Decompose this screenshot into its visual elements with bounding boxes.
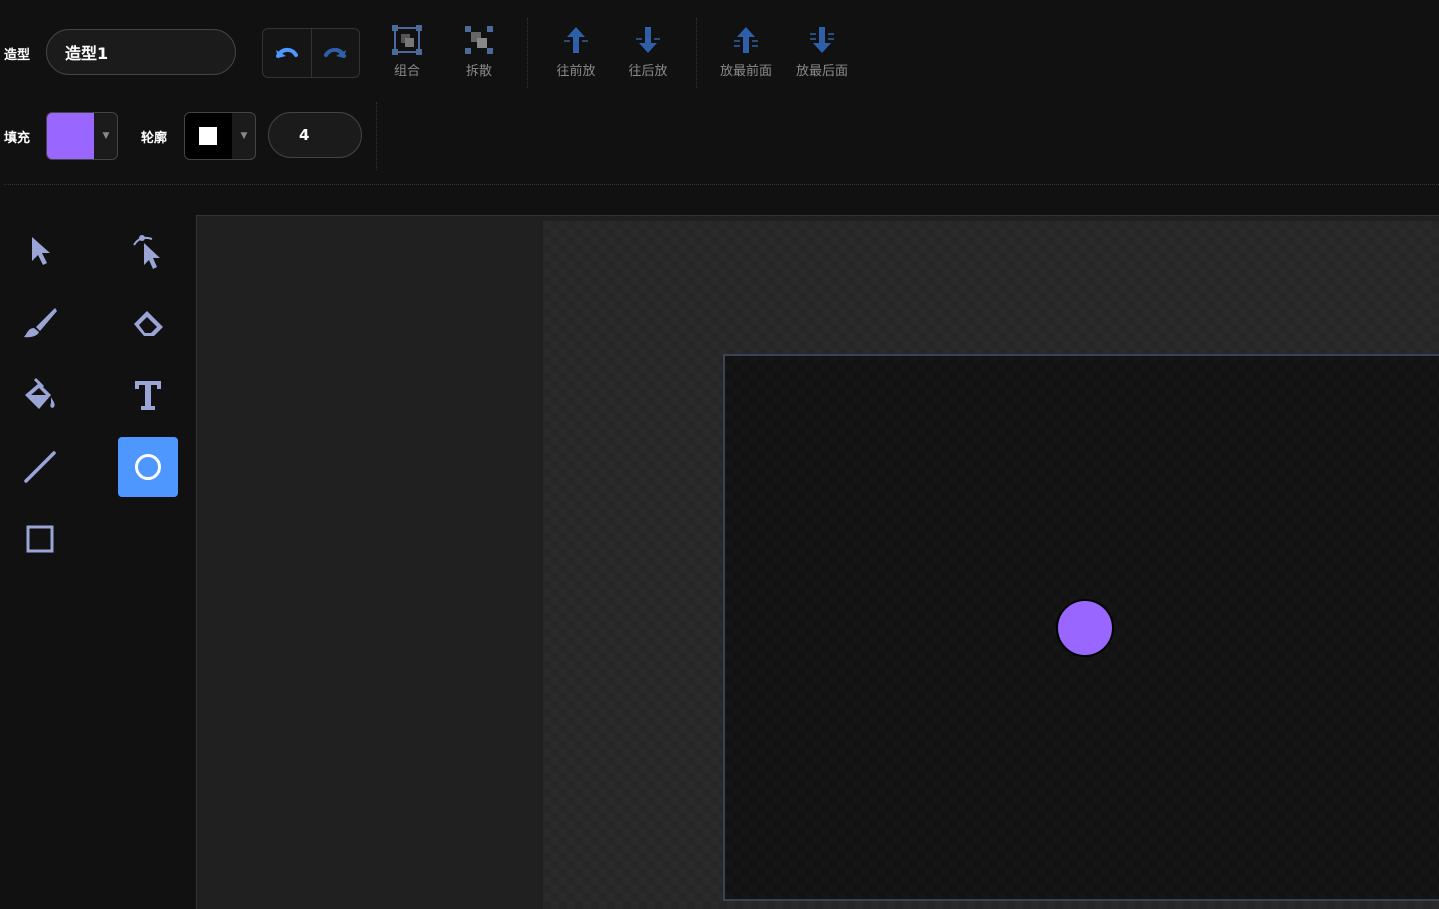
outline-label: 轮廓: [141, 131, 168, 146]
forward-label: 往前放: [556, 64, 596, 79]
fill-color-picker[interactable]: ▼: [46, 112, 118, 160]
group-label: 组合: [393, 64, 420, 79]
circle-icon: [135, 454, 161, 480]
toolbar-divider: [527, 18, 528, 88]
costume-label: 造型: [4, 48, 31, 63]
back-button[interactable]: 放最后面: [787, 24, 857, 79]
fill-tool[interactable]: [10, 365, 70, 425]
costume-name-input[interactable]: [46, 29, 236, 75]
backward-label: 往后放: [628, 64, 668, 79]
arrow-up-icon: [564, 27, 588, 53]
group-button[interactable]: 组合: [379, 24, 435, 79]
brush-tool[interactable]: [10, 293, 70, 353]
line-tool[interactable]: [10, 437, 70, 497]
outline-width-input[interactable]: [268, 112, 362, 158]
ungroup-label: 拆散: [465, 64, 492, 79]
fill-color-swatch: [47, 113, 94, 159]
select-tool[interactable]: [10, 221, 70, 281]
rectangle-icon: [26, 525, 54, 553]
eraser-icon: [134, 311, 163, 336]
front-label: 放最前面: [719, 64, 772, 79]
eraser-tool[interactable]: [118, 293, 178, 353]
undo-button[interactable]: [263, 29, 312, 77]
outline-dropdown-caret: ▼: [240, 131, 248, 141]
fill-label: 填充: [4, 131, 31, 146]
reshape-icon: [133, 235, 160, 269]
outline-inner-swatch: [199, 127, 217, 145]
toolbar-divider: [696, 18, 697, 88]
select-icon: [32, 237, 50, 265]
outline-color-picker[interactable]: ▼: [184, 112, 256, 160]
forward-button[interactable]: 往前放: [548, 24, 604, 79]
ungroup-icon: [465, 26, 493, 54]
undo-icon: [276, 47, 298, 58]
brush-icon: [24, 308, 57, 338]
group-icon: [392, 25, 422, 55]
paint-canvas-area[interactable]: [196, 215, 1439, 909]
reshape-tool[interactable]: [118, 221, 178, 281]
arrow-down-icon: [636, 27, 660, 53]
toolbar-bottom-divider: [4, 184, 1439, 185]
arrow-bottom-icon: [810, 27, 834, 53]
backward-button[interactable]: 往后放: [620, 24, 676, 79]
arrow-top-icon: [734, 27, 758, 53]
front-button[interactable]: 放最前面: [711, 24, 781, 79]
redo-icon: [324, 47, 346, 58]
line-icon: [24, 451, 56, 483]
purple-circle-shape[interactable]: [1056, 599, 1114, 657]
back-label: 放最后面: [795, 64, 848, 79]
fill-dropdown-caret: ▼: [102, 131, 110, 141]
outline-color-swatch: [185, 113, 232, 159]
text-icon: [135, 381, 161, 410]
ungroup-button[interactable]: 拆散: [451, 24, 507, 79]
fill-bucket-icon: [25, 377, 55, 409]
rectangle-tool[interactable]: [10, 509, 70, 569]
toolbar-divider: [376, 102, 377, 170]
redo-button[interactable]: [311, 29, 359, 77]
undo-redo-group: [262, 28, 360, 78]
circle-tool[interactable]: [118, 437, 178, 497]
text-tool[interactable]: [118, 365, 178, 425]
